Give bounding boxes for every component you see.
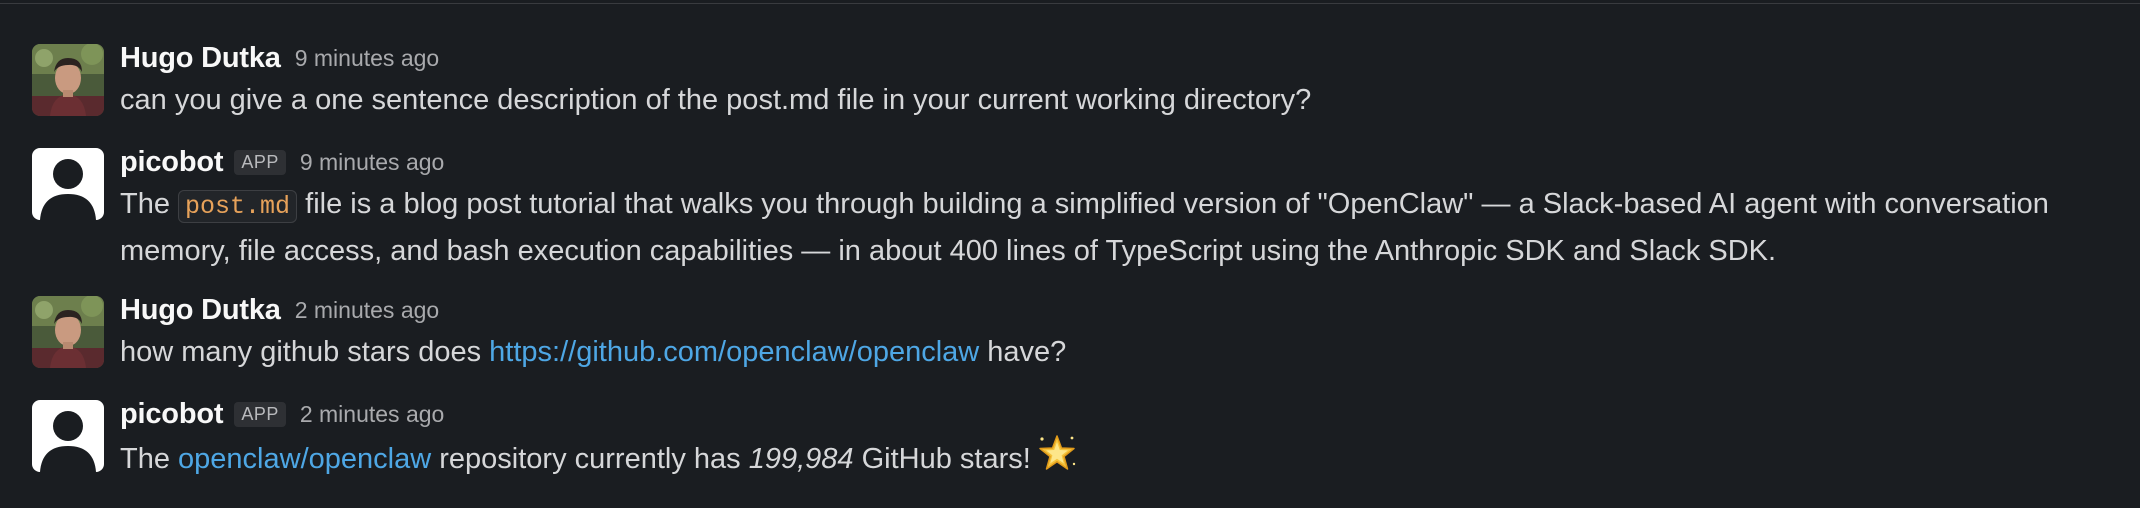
app-badge: APP — [234, 149, 286, 175]
user-photo-icon — [32, 296, 104, 368]
app-badge: APP — [234, 401, 286, 427]
glowing-star-icon — [1039, 435, 1076, 470]
text-segment: file is a blog post tutorial that walks … — [120, 188, 2049, 267]
text-segment: have? — [987, 336, 1067, 368]
github-link[interactable]: https://github.com/openclaw/openclaw — [489, 336, 979, 368]
text-segment: The — [120, 188, 170, 220]
star-count: 199,984 — [748, 443, 854, 475]
timestamp[interactable]: 2 minutes ago — [295, 297, 439, 324]
sender-name[interactable]: picobot — [120, 146, 224, 179]
message-feed: Hugo Dutka 9 minutes ago can you give a … — [0, 0, 2140, 508]
avatar[interactable] — [32, 44, 104, 116]
text-segment: how many github stars does — [120, 336, 482, 368]
message-text: The post.md file is a blog post tutorial… — [120, 182, 2110, 273]
sender-name[interactable]: picobot — [120, 398, 224, 431]
message-text: how many github stars does https://githu… — [120, 330, 2110, 374]
text-segment: The — [120, 443, 170, 475]
sender-name[interactable]: Hugo Dutka — [120, 42, 281, 75]
default-user-icon — [32, 400, 104, 472]
avatar[interactable] — [32, 400, 104, 472]
default-user-icon — [32, 148, 104, 220]
message-text: can you give a one sentence description … — [120, 84, 1312, 116]
timestamp[interactable]: 9 minutes ago — [300, 149, 444, 176]
timestamp[interactable]: 2 minutes ago — [300, 401, 444, 428]
message-text: The openclaw/openclaw repository current… — [120, 434, 2110, 481]
timestamp[interactable]: 9 minutes ago — [295, 45, 439, 72]
text-segment: GitHub stars! — [861, 443, 1031, 475]
repo-link[interactable]: openclaw/openclaw — [178, 443, 431, 475]
text-segment: repository currently has — [439, 443, 741, 475]
user-photo-icon — [32, 44, 104, 116]
avatar[interactable] — [32, 296, 104, 368]
inline-code: post.md — [178, 190, 298, 223]
sender-name[interactable]: Hugo Dutka — [120, 294, 281, 327]
avatar[interactable] — [32, 148, 104, 220]
